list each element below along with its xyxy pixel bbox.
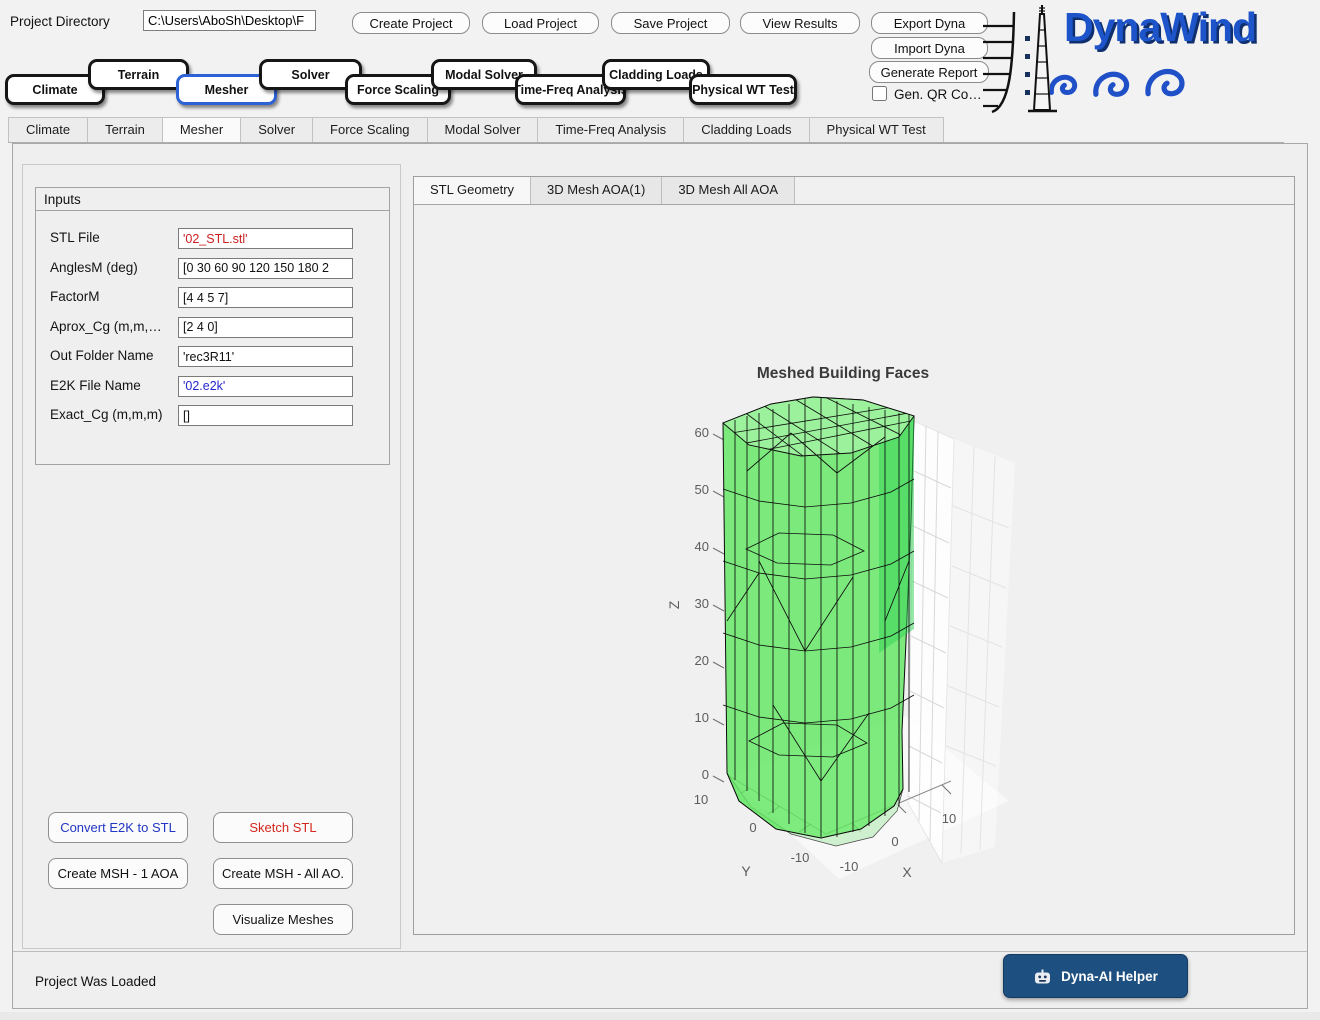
visualize-meshes-button[interactable]: Visualize Meshes — [213, 904, 353, 935]
status-text: Project Was Loaded — [35, 974, 156, 989]
dyna-ai-helper-button[interactable]: Dyna-AI Helper — [1003, 954, 1188, 998]
tab-force-scaling[interactable]: Force Scaling — [313, 117, 427, 142]
dynawind-logo: DynaWind — [980, 4, 1290, 116]
gen-qr-checkbox[interactable] — [872, 86, 887, 101]
viewer-tab-3d-mesh-aoa-1[interactable]: 3D Mesh AOA(1) — [531, 177, 662, 204]
field-input-aprox-cg-m-m[interactable] — [178, 317, 353, 338]
field-input-exact-cg-m-m-m[interactable] — [178, 405, 353, 426]
x-tick-neg10: -10 — [840, 859, 859, 874]
z-axis-label: Z — [666, 600, 682, 609]
stl-geometry-plot[interactable]: Meshed Building Faces — [414, 204, 1294, 936]
x-tick-10: 10 — [942, 811, 956, 826]
robot-icon — [1033, 968, 1052, 985]
tab-modal-solver[interactable]: Modal Solver — [428, 117, 539, 142]
load-project-button[interactable]: Load Project — [482, 12, 599, 34]
nav-button-physical-wt-test[interactable]: Physical WT Test — [689, 74, 797, 105]
x-tick-0: 0 — [891, 834, 898, 849]
field-label-out-folder-name: Out Folder Name — [50, 348, 154, 363]
field-input-anglesm-deg[interactable] — [178, 258, 353, 279]
dyna-ai-helper-label: Dyna-AI Helper — [1061, 969, 1158, 984]
z-tick-60: 60 — [695, 425, 709, 440]
y-tick-10: 10 — [694, 792, 708, 807]
logo-title: DynaWind — [1064, 4, 1256, 51]
tab-time-freq-analysis[interactable]: Time-Freq Analysis — [538, 117, 684, 142]
z-tick-40: 40 — [695, 539, 709, 554]
viewer-tab-3d-mesh-all-aoa[interactable]: 3D Mesh All AOA — [662, 177, 795, 204]
x-axis-label: X — [902, 864, 912, 880]
save-project-button[interactable]: Save Project — [611, 12, 730, 34]
field-input-stl-file[interactable] — [178, 228, 353, 249]
viewer-tabstrip: STL Geometry3D Mesh AOA(1)3D Mesh All AO… — [414, 177, 1294, 205]
y-tick-0: 0 — [749, 820, 756, 835]
field-label-exact-cg-m-m-m: Exact_Cg (m,m,m) — [50, 407, 163, 422]
tab-physical-wt-test[interactable]: Physical WT Test — [810, 117, 944, 142]
building-mesh — [719, 397, 921, 846]
z-tick-10: 10 — [695, 710, 709, 725]
create-msh-1-aoa-button[interactable]: Create MSH - 1 AOA — [48, 858, 188, 889]
z-tick-30: 30 — [695, 596, 709, 611]
nav-button-terrain[interactable]: Terrain — [88, 59, 189, 90]
create-msh-all-ao-button[interactable]: Create MSH - All AO. — [213, 858, 353, 889]
tab-terrain[interactable]: Terrain — [88, 117, 163, 142]
create-project-button[interactable]: Create Project — [352, 12, 470, 34]
project-directory-label: Project Directory — [10, 14, 110, 29]
field-input-factorm[interactable] — [178, 287, 353, 308]
plot-title: Meshed Building Faces — [757, 365, 929, 382]
inputs-panel-title: Inputs — [36, 188, 389, 211]
generate-report-button[interactable]: Generate Report — [869, 61, 989, 83]
project-directory-input[interactable] — [143, 10, 316, 31]
sketch-stl-button[interactable]: Sketch STL — [213, 812, 353, 843]
tab-climate[interactable]: Climate — [8, 117, 88, 142]
tab-mesher[interactable]: Mesher — [163, 117, 241, 142]
wind-swirls-icon — [1050, 56, 1210, 114]
viewer-panel: STL Geometry3D Mesh AOA(1)3D Mesh All AO… — [413, 176, 1295, 935]
tab-cladding-loads[interactable]: Cladding Loads — [684, 117, 809, 142]
dynawind-app: Project Directory Create Project Load Pro… — [0, 0, 1320, 1012]
y-tick-neg10: -10 — [791, 850, 810, 865]
import-dyna-button[interactable]: Import Dyna — [871, 37, 988, 59]
viewer-tab-stl-geometry[interactable]: STL Geometry — [414, 177, 531, 204]
z-tick-50: 50 — [695, 482, 709, 497]
gen-qr-label: Gen. QR Co… — [894, 87, 986, 102]
field-input-e2k-file-name[interactable] — [178, 376, 353, 397]
field-label-factorm: FactorM — [50, 289, 100, 304]
export-dyna-button[interactable]: Export Dyna — [871, 12, 988, 34]
main-tabstrip: ClimateTerrainMesherSolverForce ScalingM… — [8, 117, 1284, 143]
tabstrip-filler — [944, 117, 1284, 142]
field-label-aprox-cg-m-m: Aprox_Cg (m,m,… — [50, 319, 162, 334]
field-label-e2k-file-name: E2K File Name — [50, 378, 141, 393]
footer-separator — [13, 951, 1307, 952]
z-tick-20: 20 — [695, 653, 709, 668]
tab-solver[interactable]: Solver — [241, 117, 313, 142]
field-label-anglesm-deg: AnglesM (deg) — [50, 260, 138, 275]
convert-e2k-to-stl-button[interactable]: Convert E2K to STL — [48, 812, 188, 843]
viewer-tabstrip-filler — [795, 177, 1294, 204]
y-axis-label: Y — [741, 863, 751, 879]
z-tick-0: 0 — [702, 767, 709, 782]
view-results-button[interactable]: View Results — [740, 12, 860, 34]
field-input-out-folder-name[interactable] — [178, 346, 353, 367]
field-label-stl-file: STL File — [50, 230, 100, 245]
